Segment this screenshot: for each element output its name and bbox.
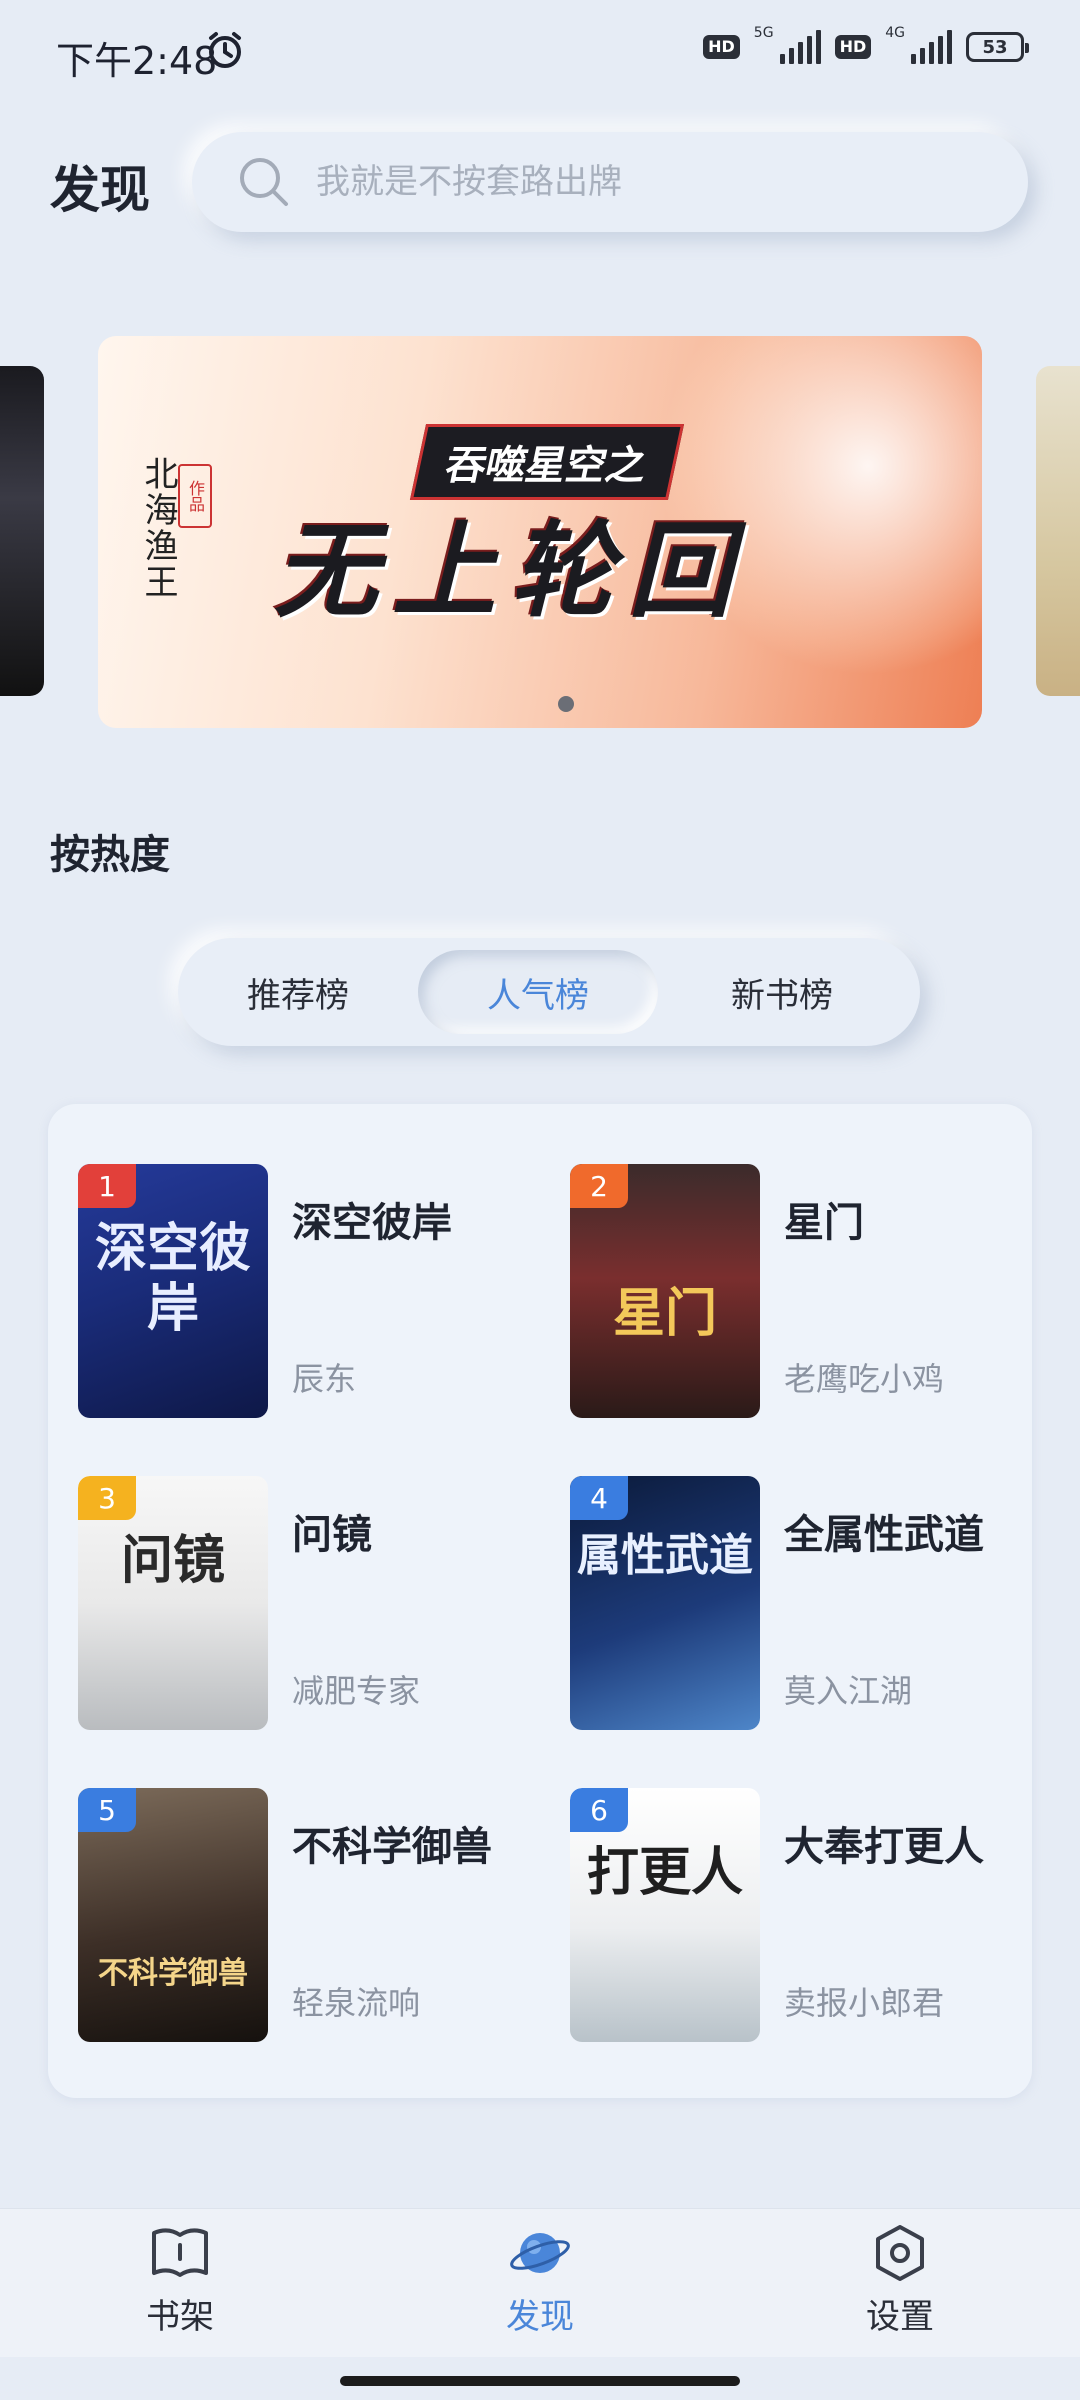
book-title[interactable]: 不科学御兽 — [292, 1814, 492, 1872]
banner-title: 无上轮回 — [274, 510, 747, 632]
book-item[interactable]: 不科学御兽 5 不科学御兽 轻泉流响 — [48, 1728, 528, 2042]
nav-discover-label: 发现 — [506, 2297, 574, 2337]
signal-icon-2 — [911, 30, 952, 64]
cover-title: 星门 — [612, 1283, 717, 1344]
cover-title: 不科学御兽 — [98, 1956, 248, 1991]
net-type-2: 4G — [885, 25, 905, 41]
signal-icon — [779, 30, 821, 64]
book-item[interactable]: 问镜 3 问镜 减肥专家 — [48, 1416, 528, 1730]
rank-badge: 1 — [78, 1164, 136, 1208]
book-author: 轻泉流响 — [292, 1984, 421, 2022]
home-indicator[interactable] — [340, 2376, 740, 2386]
planet-icon — [510, 2233, 570, 2273]
rank-badge: 6 — [570, 1788, 628, 1832]
banner-carousel[interactable]: 北海渔王 作品 吞噬星空之 无上轮回 — [0, 336, 1080, 728]
book-author: 辰东 — [292, 1360, 357, 1398]
cover-title: 深空彼岸 — [94, 1218, 251, 1339]
tab-new-books[interactable]: 新书榜 — [662, 950, 902, 1034]
book-title[interactable]: 大奉打更人 — [784, 1814, 984, 1872]
settings-hex-icon — [876, 2225, 924, 2281]
book-item[interactable]: 深空彼岸 1 深空彼岸 辰东 — [48, 1104, 528, 1418]
rank-badge: 4 — [570, 1476, 628, 1520]
rank-badge: 2 — [570, 1164, 628, 1208]
status-right: HD 5G HD 4G 53 — [703, 25, 1029, 64]
nav-bookshelf-label: 书架 — [146, 2297, 214, 2337]
nav-discover[interactable]: 发现 — [440, 2225, 640, 2338]
net-type-1: 5G — [753, 25, 774, 41]
banner-slide[interactable]: 北海渔王 作品 吞噬星空之 无上轮回 — [98, 336, 982, 728]
book-cover[interactable]: 问镜 3 — [78, 1476, 268, 1730]
book-title[interactable]: 问镜 — [292, 1502, 372, 1560]
battery-level: 53 — [982, 36, 1008, 58]
tab-popular[interactable]: 人气榜 — [418, 950, 658, 1034]
banner-author: 北海渔王 — [138, 456, 178, 600]
section-title: 按热度 — [50, 832, 170, 878]
book-title[interactable]: 深空彼岸 — [292, 1190, 452, 1248]
bottom-nav: 书架 发现 设置 — [0, 2208, 1080, 2357]
book-item[interactable]: 属性武道 4 全属性武道 莫入江湖 — [540, 1416, 1020, 1730]
status-time: 下午2:48 — [56, 39, 218, 83]
book-cover[interactable]: 属性武道 4 — [570, 1476, 760, 1730]
nav-settings[interactable]: 设置 — [800, 2225, 1000, 2338]
cover-title: 问镜 — [120, 1530, 225, 1591]
search-icon — [240, 158, 288, 206]
search-bar[interactable] — [192, 132, 1028, 232]
cover-title: 打更人 — [586, 1842, 743, 1903]
search-input[interactable] — [314, 161, 958, 203]
book-cover[interactable]: 深空彼岸 1 — [78, 1164, 268, 1418]
carousel-page-dot[interactable] — [558, 696, 574, 712]
banner-prev-peek[interactable] — [0, 366, 44, 696]
banner-seal: 作品 — [178, 464, 212, 528]
ranking-list: 深空彼岸 1 深空彼岸 辰东 星门 2 星门 老鹰吃小鸡 问镜 3 问镜 减肥专… — [48, 1104, 1032, 2098]
book-author: 减肥专家 — [292, 1672, 421, 1710]
book-item[interactable]: 打更人 6 大奉打更人 卖报小郎君 — [540, 1728, 1020, 2042]
book-cover[interactable]: 打更人 6 — [570, 1788, 760, 2042]
book-title[interactable]: 全属性武道 — [784, 1502, 984, 1560]
hd-badge-2: HD — [834, 35, 872, 59]
nav-settings-label: 设置 — [866, 2297, 934, 2337]
status-bar: 下午2:48 HD 5G HD 4G 53 — [0, 0, 1080, 110]
tab-recommend[interactable]: 推荐榜 — [178, 950, 418, 1034]
cover-title: 属性武道 — [577, 1530, 753, 1581]
book-title[interactable]: 星门 — [784, 1190, 864, 1248]
rank-badge: 3 — [78, 1476, 136, 1520]
hd-badge-1: HD — [703, 35, 740, 59]
battery-icon: 53 — [966, 32, 1029, 62]
book-cover[interactable]: 不科学御兽 5 — [78, 1788, 268, 2042]
book-item[interactable]: 星门 2 星门 老鹰吃小鸡 — [540, 1104, 1020, 1418]
rank-badge: 5 — [78, 1788, 136, 1832]
book-author: 老鹰吃小鸡 — [784, 1360, 945, 1398]
banner-next-peek[interactable] — [1036, 366, 1080, 696]
ranking-tabs: 推荐榜 人气榜 新书榜 — [178, 938, 920, 1046]
book-author: 卖报小郎君 — [784, 1984, 945, 2022]
book-cover[interactable]: 星门 2 — [570, 1164, 760, 1418]
book-icon — [152, 2228, 208, 2277]
nav-bookshelf[interactable]: 书架 — [80, 2225, 280, 2338]
alarm-icon — [209, 32, 241, 68]
page-title: 发现 — [50, 161, 150, 219]
book-author: 莫入江湖 — [784, 1672, 913, 1710]
